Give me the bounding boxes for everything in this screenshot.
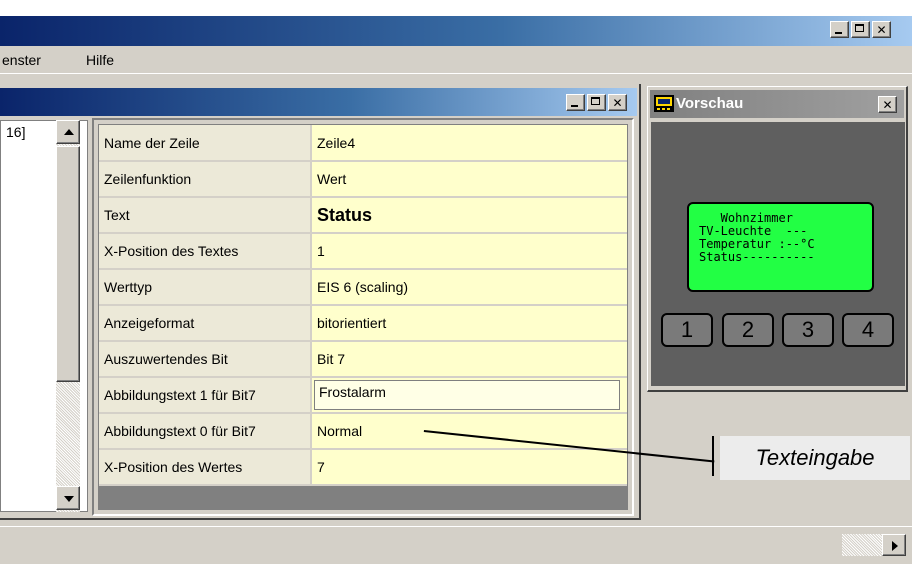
property-label: Text: [99, 197, 312, 234]
property-label: Name der Zeile: [99, 125, 312, 162]
device-key-1[interactable]: 1: [661, 313, 713, 347]
property-label: X-Position des Textes: [99, 233, 312, 270]
annotation-bracket: [712, 436, 714, 476]
menu-fenster[interactable]: enster: [2, 52, 41, 68]
minimize-icon[interactable]: [566, 94, 585, 111]
property-value[interactable]: 7: [311, 449, 627, 486]
table-row[interactable]: Werttyp EIS 6 (scaling): [99, 269, 627, 306]
property-label: Zeilenfunktion: [99, 161, 312, 198]
close-icon[interactable]: ✕: [878, 96, 897, 113]
editor-caption-buttons: ✕: [566, 94, 627, 111]
menubar: enster Hilfe: [0, 46, 912, 74]
horizontal-scroll-track[interactable]: [842, 534, 882, 556]
menu-hilfe[interactable]: Hilfe: [86, 52, 114, 68]
property-label: Anzeigeformat: [99, 305, 312, 342]
property-label: X-Position des Wertes: [99, 449, 312, 486]
scroll-thumb[interactable]: [56, 146, 80, 382]
device-key-2[interactable]: 2: [722, 313, 774, 347]
scroll-up-icon[interactable]: [56, 120, 80, 144]
tree-item-text[interactable]: 16]: [6, 124, 25, 140]
editor-titlebar: [0, 88, 637, 116]
property-value-text: Status: [317, 204, 373, 225]
property-value[interactable]: EIS 6 (scaling): [311, 269, 627, 306]
table-row[interactable]: X-Position des Wertes 7: [99, 449, 627, 486]
property-value[interactable]: Wert: [311, 161, 627, 198]
table-row[interactable]: Anzeigeformat bitorientiert: [99, 305, 627, 342]
table-row[interactable]: Text Status: [99, 197, 627, 234]
table-row[interactable]: Auszuwertendes Bit Bit 7: [99, 341, 627, 378]
maximize-icon[interactable]: [851, 21, 870, 38]
property-label: Auszuwertendes Bit: [99, 341, 312, 378]
close-icon[interactable]: ✕: [608, 94, 627, 111]
maximize-icon[interactable]: [587, 94, 606, 111]
property-label: Werttyp: [99, 269, 312, 306]
scroll-down-icon[interactable]: [56, 486, 80, 510]
minimize-icon[interactable]: [830, 21, 849, 38]
property-label: Abbildungstext 1 für Bit7: [99, 377, 312, 414]
property-label: Abbildungstext 0 für Bit7: [99, 413, 312, 450]
property-value[interactable]: bitorientiert: [311, 305, 627, 342]
device-key-3[interactable]: 3: [782, 313, 834, 347]
table-row[interactable]: Name der Zeile Zeile4: [99, 125, 627, 162]
table-row[interactable]: X-Position des Textes 1: [99, 233, 627, 270]
table-row[interactable]: Abbildungstext 1 für Bit7 Frostalarm: [99, 377, 627, 414]
main-caption-buttons: ✕: [830, 21, 891, 38]
property-value[interactable]: 1: [311, 233, 627, 270]
device-key-4[interactable]: 4: [842, 313, 894, 347]
lcd-display: Wohnzimmer TV-Leuchte --- Temperatur :--…: [687, 202, 874, 292]
property-value[interactable]: Status: [311, 197, 627, 234]
main-titlebar: [0, 16, 912, 46]
table-row[interactable]: Zeilenfunktion Wert: [99, 161, 627, 198]
property-table: Name der Zeile Zeile4 Zeilenfunktion Wer…: [99, 125, 627, 486]
lcd-line: Status----------: [699, 250, 815, 264]
property-value[interactable]: Zeile4: [311, 125, 627, 162]
property-value[interactable]: Bit 7: [311, 341, 627, 378]
scroll-right-icon[interactable]: [882, 534, 906, 556]
property-value: Frostalarm: [311, 377, 627, 414]
annotation-label: Texteingabe: [720, 436, 910, 480]
property-value[interactable]: Normal: [311, 413, 627, 450]
text-input-field[interactable]: Frostalarm: [314, 380, 620, 410]
vertical-scrollbar[interactable]: [56, 120, 80, 512]
status-bar: [0, 526, 912, 564]
preview-app-icon: [654, 95, 674, 112]
close-icon[interactable]: ✕: [872, 21, 891, 38]
preview-titlebar: Vorschau ✕: [650, 90, 904, 118]
preview-title: Vorschau: [676, 95, 744, 112]
